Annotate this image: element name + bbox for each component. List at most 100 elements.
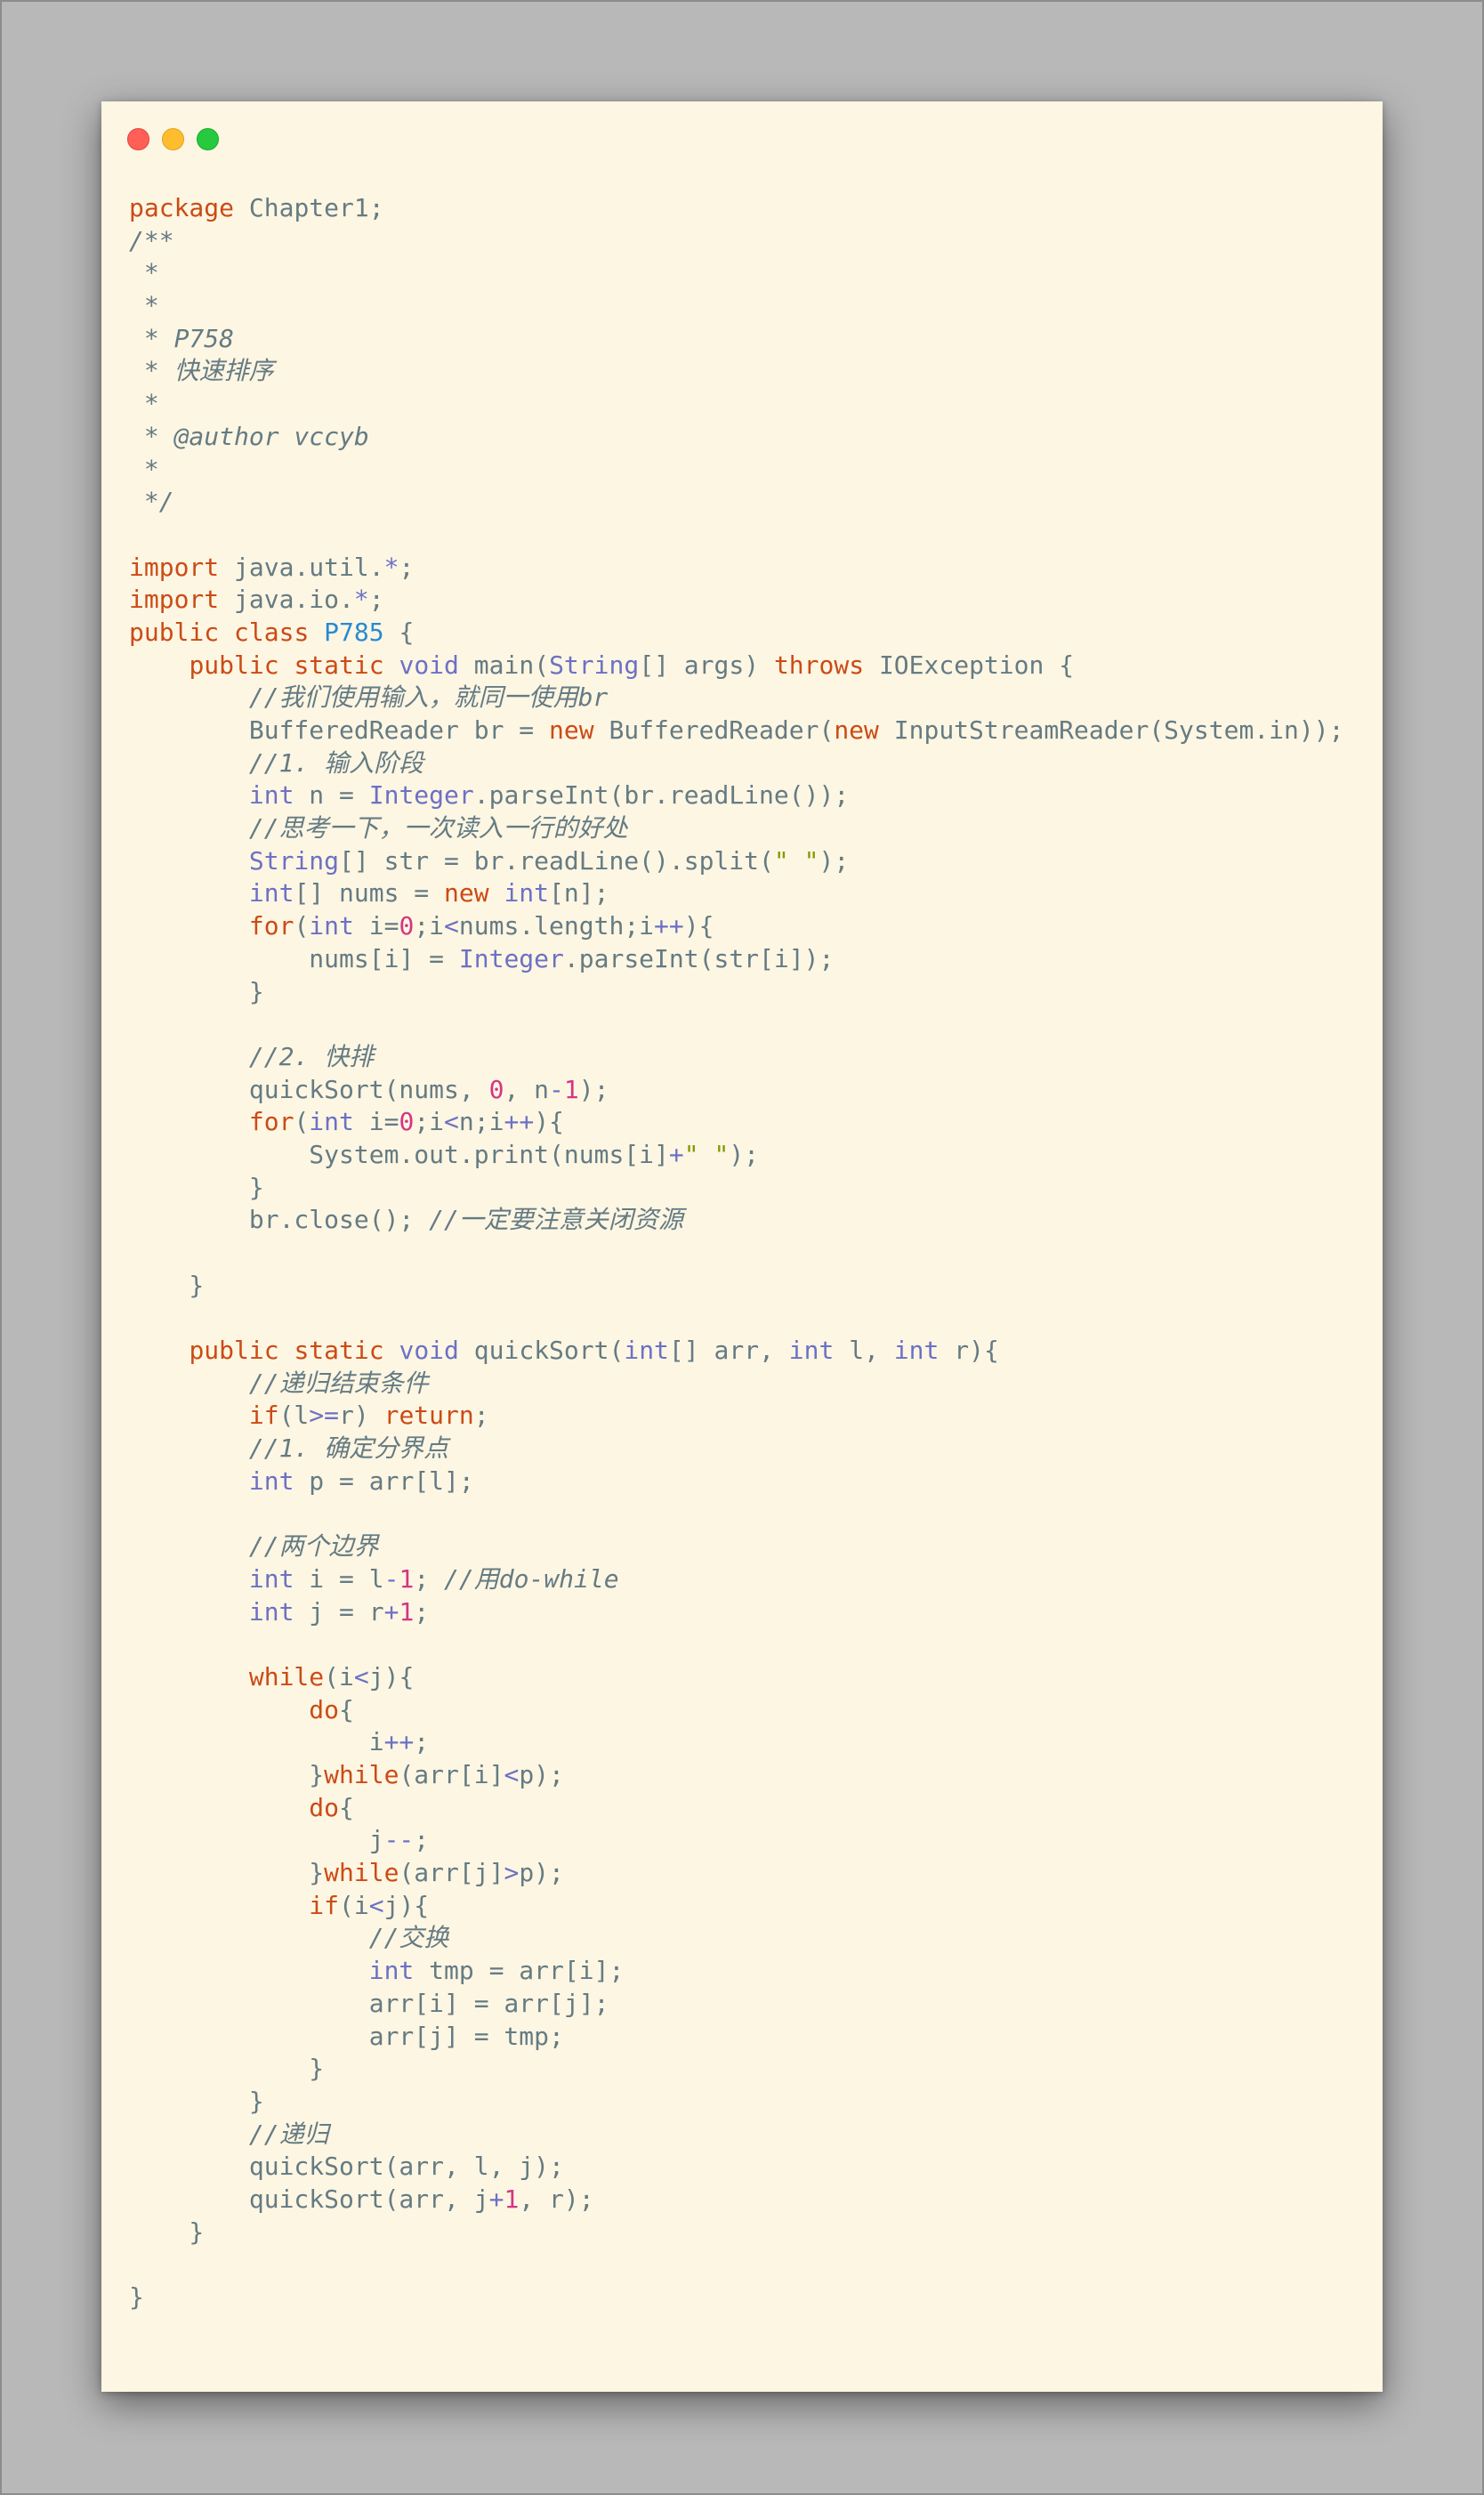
- code-line: for(int i=0;i<nums.length;i++){: [129, 910, 1343, 943]
- code-token-plain: i=: [353, 911, 399, 941]
- code-token-keyword: for: [248, 1107, 294, 1137]
- code-token-comment: */: [129, 487, 174, 517]
- code-token-plain: , n: [504, 1074, 550, 1104]
- code-token-keyword: new: [444, 878, 489, 908]
- code-line: import java.util.*;: [129, 552, 1343, 585]
- code-token-type: Integer: [368, 780, 474, 811]
- code-token-keyword: import: [129, 585, 220, 615]
- code-line: }while(arr[j]>p);: [129, 1857, 1343, 1890]
- code-token-plain: n;i: [458, 1107, 504, 1137]
- code-token-keyword: throws: [773, 650, 865, 680]
- code-line: int i = l-1; //用do-while: [129, 1563, 1343, 1596]
- code-token-type: void: [399, 650, 459, 680]
- code-token-keyword: if: [309, 1890, 340, 1920]
- code-token-op: >=: [309, 1401, 340, 1431]
- code-line: nums[i] = Integer.parseInt(str[i]);: [129, 943, 1343, 976]
- code-token-keyword: class: [234, 617, 310, 647]
- code-token-op: ++: [504, 1107, 535, 1137]
- code-token-op: <: [353, 1661, 369, 1692]
- code-token-keyword: while: [324, 1858, 399, 1888]
- code-line: int tmp = arr[i];: [129, 1955, 1343, 1988]
- code-token-type: int: [248, 878, 294, 908]
- code-token-plain: }: [129, 1270, 205, 1300]
- code-token-comment: //递归结束条件: [248, 1368, 429, 1398]
- code-token-plain: .parseInt(br.readLine());: [473, 780, 850, 811]
- code-line: int j = r+1;: [129, 1596, 1343, 1629]
- code-token-plain: i: [129, 1727, 384, 1757]
- code-token-type: int: [504, 878, 550, 908]
- code-line: *: [129, 290, 1343, 323]
- code-token-keyword: import: [129, 552, 220, 582]
- code-line: int[] nums = new int[n];: [129, 877, 1343, 910]
- code-token-class: P785: [324, 617, 384, 647]
- code-token-type: int: [309, 1107, 354, 1137]
- code-token-plain: BufferedReader(: [593, 715, 835, 745]
- code-line: public static void main(String[] args) t…: [129, 650, 1343, 682]
- code-token-op: -: [383, 1563, 399, 1594]
- code-line: * P758: [129, 323, 1343, 356]
- code-token-comment: //交换: [368, 1923, 449, 1953]
- code-token-plain: tmp = arr[i];: [414, 1956, 625, 1986]
- code-token-plain: {: [339, 1694, 354, 1724]
- code-token-plain: quickSort(arr, j: [129, 2184, 489, 2214]
- code-token-string: " ": [683, 1139, 730, 1169]
- maximize-button[interactable]: [197, 128, 219, 150]
- code-token-type: int: [248, 780, 294, 811]
- code-line: package Chapter1;: [129, 192, 1343, 225]
- code-token-comment: * @author vccyb: [129, 421, 369, 451]
- code-token-keyword: new: [549, 715, 594, 745]
- code-token-comment: //两个边界: [248, 1531, 379, 1562]
- code-token-plain: quickSort(arr, l, j);: [129, 2152, 564, 2182]
- code-token-plain: Chapter1;: [234, 193, 384, 222]
- code-token-comment: //2. 快排: [248, 1041, 375, 1071]
- code-token-op: --: [383, 1825, 415, 1855]
- code-line: do{: [129, 1694, 1343, 1727]
- code-token-keyword: public: [189, 1336, 279, 1366]
- code-token-number: 1: [399, 1596, 415, 1627]
- code-token-plain: (arr[i]: [399, 1760, 504, 1789]
- code-token-plain: ;i: [414, 911, 445, 941]
- code-token-plain: }: [129, 1172, 264, 1202]
- code-token-comment: *: [129, 258, 159, 288]
- code-line: arr[j] = tmp;: [129, 2021, 1343, 2054]
- code-token-plain: r){: [939, 1336, 999, 1366]
- code-token-plain: nums[i] =: [129, 943, 459, 973]
- minimize-button[interactable]: [162, 128, 184, 150]
- code-line: j--;: [129, 1824, 1343, 1857]
- code-token-plain: [] str = br.readLine().split(: [339, 845, 774, 876]
- code-token-keyword: while: [324, 1760, 399, 1789]
- code-token-plain: main(: [458, 650, 550, 680]
- code-token-keyword: if: [248, 1401, 279, 1431]
- code-token-number: 0: [399, 911, 415, 941]
- code-token-number: 0: [399, 1107, 415, 1137]
- code-line: public static void quickSort(int[] arr, …: [129, 1335, 1343, 1368]
- code-line: while(i<j){: [129, 1661, 1343, 1694]
- close-button[interactable]: [127, 128, 149, 150]
- code-token-plain: nums.length;i: [458, 911, 655, 941]
- code-token-type: int: [788, 1336, 835, 1366]
- code-token-plain: }: [129, 2282, 144, 2312]
- code-line: //2. 快排: [129, 1041, 1343, 1074]
- code-token-plain: }: [129, 2054, 325, 2084]
- code-token-keyword: new: [834, 715, 879, 745]
- code-line: String[] str = br.readLine().split(" ");: [129, 845, 1343, 878]
- window-controls: [127, 128, 219, 150]
- code-token-plain: BufferedReader br =: [129, 715, 550, 745]
- code-token-op: -: [549, 1074, 564, 1104]
- code-token-plain: IOException {: [864, 650, 1075, 680]
- code-token-plain: ;: [473, 1401, 489, 1431]
- code-token-plain: j: [129, 1825, 384, 1855]
